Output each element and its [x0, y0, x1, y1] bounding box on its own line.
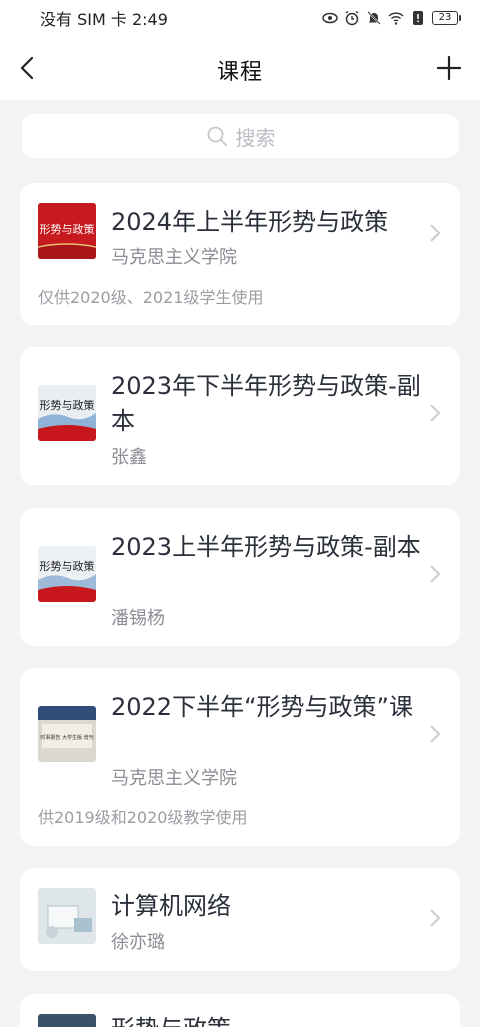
add-icon[interactable] — [436, 55, 462, 81]
course-title: 2023年下半年形势与政策-副本 — [111, 372, 421, 435]
mute-icon — [367, 11, 381, 25]
svg-text:形势与政策: 形势与政策 — [40, 398, 95, 412]
wifi-icon — [388, 12, 404, 25]
svg-text:形势与政策: 形势与政策 — [40, 559, 95, 573]
course-thumbnail: 形势与政策 — [38, 203, 96, 259]
course-card[interactable]: 形势与政策 2024年上半年形势与政策 马克思主义学院 仅供2020级、2021… — [20, 183, 460, 325]
search-icon — [207, 126, 227, 146]
search-input[interactable]: 搜索 — [22, 114, 459, 158]
course-note: 供2019级和2020级教学使用 — [38, 808, 248, 827]
course-card[interactable]: 计算机网络 徐亦璐 — [20, 868, 460, 971]
course-title: 2024年上半年形势与政策 — [111, 208, 389, 236]
course-card[interactable]: 形势与政策 — [20, 994, 460, 1027]
chevron-right-icon — [430, 224, 441, 242]
course-thumbnail — [38, 1014, 96, 1027]
chevron-right-icon — [430, 404, 441, 422]
course-teacher: 潘锡杨 — [111, 608, 165, 629]
status-icons: 23 — [322, 10, 461, 26]
search-placeholder: 搜索 — [235, 125, 276, 150]
page-title: 课程 — [216, 60, 263, 85]
svg-text:形势与政策: 形势与政策 — [40, 222, 95, 236]
course-card[interactable]: 时事报告 大学生版 增刊 2022下半年“形势与政策”课 马克思主义学院 供20… — [20, 668, 460, 846]
alert-icon — [413, 11, 423, 25]
course-title: 2022下半年“形势与政策”课 — [111, 693, 413, 721]
status-bar: 没有 SIM 卡 2:49 23 — [0, 0, 480, 36]
course-thumbnail — [38, 888, 96, 944]
course-teacher: 马克思主义学院 — [111, 768, 237, 789]
course-teacher: 张鑫 — [111, 447, 147, 468]
alarm-icon — [345, 10, 359, 26]
course-title: 计算机网络 — [111, 892, 231, 920]
course-thumbnail: 形势与政策 — [38, 385, 96, 441]
course-thumbnail: 形势与政策 — [38, 546, 96, 602]
carrier-time: 没有 SIM 卡 2:49 — [40, 10, 168, 29]
course-title: 形势与政策 — [111, 1012, 421, 1027]
chevron-right-icon — [430, 565, 441, 583]
course-note: 仅供2020级、2021级学生使用 — [38, 288, 264, 307]
svg-text:时事报告 大学生版 增刊: 时事报告 大学生版 增刊 — [40, 734, 93, 741]
course-card[interactable]: 形势与政策 2023年下半年形势与政策-副本 张鑫 — [20, 347, 460, 485]
course-thumbnail: 时事报告 大学生版 增刊 — [38, 706, 96, 762]
course-teacher: 马克思主义学院 — [111, 247, 237, 268]
course-card[interactable]: 形势与政策 2023上半年形势与政策-副本 潘锡杨 — [20, 508, 460, 646]
course-title: 2023上半年形势与政策-副本 — [111, 533, 421, 561]
nav-bar: 课程 — [0, 36, 480, 100]
course-teacher: 徐亦璐 — [111, 932, 165, 953]
battery-icon: 23 — [432, 11, 461, 25]
chevron-right-icon — [430, 725, 441, 743]
eye-icon — [322, 12, 338, 24]
chevron-right-icon — [430, 909, 441, 927]
